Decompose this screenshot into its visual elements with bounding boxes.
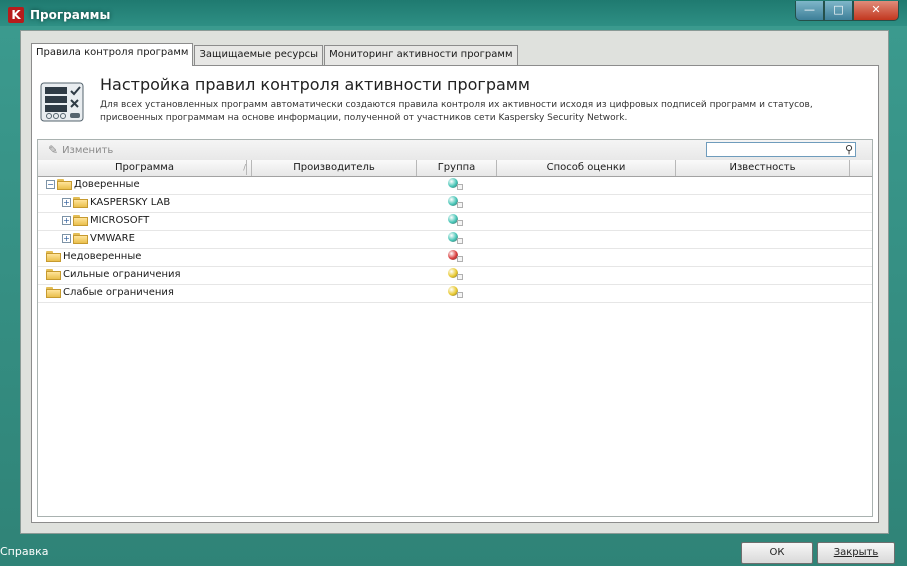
- minimize-button[interactable]: —: [795, 1, 824, 21]
- details-icon: [457, 238, 463, 244]
- rules-panel: Настройка правил контроля активности про…: [31, 65, 879, 523]
- folder-icon: [73, 215, 88, 226]
- table-row[interactable]: + KASPERSKY LAB: [38, 195, 872, 213]
- edit-button-label: Изменить: [62, 144, 114, 156]
- program-cell: + KASPERSKY LAB: [62, 197, 170, 208]
- group-status-icon: [448, 250, 466, 265]
- maximize-button[interactable]: □: [824, 1, 853, 21]
- group-label: VMWARE: [90, 233, 135, 244]
- title-bar[interactable]: K Программы — □ ✕: [0, 0, 907, 30]
- group-label: KASPERSKY LAB: [90, 197, 171, 208]
- table-header: Программа / Производитель Группа Способ о…: [38, 160, 872, 177]
- program-cell: − Доверенные: [46, 179, 140, 190]
- expand-icon[interactable]: +: [62, 216, 71, 225]
- program-cell: Сильные ограничения: [46, 269, 181, 280]
- folder-icon: [46, 269, 61, 280]
- folder-icon: [57, 179, 72, 190]
- dialog-footer: Справка ОК Закрыть: [0, 538, 907, 566]
- program-cell: + MICROSOFT: [62, 215, 149, 226]
- collapse-icon[interactable]: −: [46, 180, 55, 189]
- group-label: Недоверенные: [63, 251, 142, 262]
- expand-icon[interactable]: +: [62, 198, 71, 207]
- window-controls: — □ ✕: [795, 1, 899, 21]
- details-icon: [457, 274, 463, 280]
- page-title: Настройка правил контроля активности про…: [100, 75, 530, 94]
- group-status-icon: [448, 178, 466, 193]
- table-row[interactable]: Сильные ограничения: [38, 267, 872, 285]
- table-row[interactable]: Слабые ограничения: [38, 285, 872, 303]
- expand-icon[interactable]: +: [62, 234, 71, 243]
- table-row[interactable]: + VMWARE: [38, 231, 872, 249]
- program-rules-icon: [40, 82, 84, 122]
- page-description: Для всех установленных программ автомати…: [100, 100, 813, 123]
- group-label: Слабые ограничения: [63, 287, 174, 298]
- edit-button[interactable]: ✎ Изменить: [48, 143, 113, 157]
- group-status-icon: [448, 196, 466, 211]
- window-title: Программы: [30, 8, 111, 22]
- details-icon: [457, 202, 463, 208]
- tab-protected-resources[interactable]: Защищаемые ресурсы: [194, 45, 324, 65]
- ok-button[interactable]: ОК: [741, 542, 813, 564]
- tab-activity-monitoring[interactable]: Мониторинг активности программ: [324, 45, 518, 65]
- search-icon[interactable]: ⚲: [845, 143, 853, 156]
- folder-icon: [73, 197, 88, 208]
- tab-program-rules[interactable]: Правила контроля программ: [31, 43, 194, 66]
- column-vendor[interactable]: Производитель: [252, 160, 417, 176]
- details-icon: [457, 184, 463, 190]
- folder-icon: [46, 287, 61, 298]
- group-status-icon: [448, 268, 466, 283]
- group-status-icon: [448, 232, 466, 247]
- program-cell: Недоверенные: [46, 251, 141, 262]
- table-row[interactable]: Недоверенные: [38, 249, 872, 267]
- program-cell: + VMWARE: [62, 233, 135, 244]
- pencil-icon: ✎: [48, 143, 59, 157]
- column-program[interactable]: Программа /: [38, 160, 252, 176]
- group-label: Сильные ограничения: [63, 269, 181, 280]
- search-input[interactable]: ⚲: [706, 142, 856, 157]
- folder-icon: [73, 233, 88, 244]
- dialog-content: Правила контроля программ Защищаемые рес…: [20, 30, 889, 534]
- details-icon: [457, 220, 463, 226]
- group-label: Доверенные: [74, 179, 140, 190]
- column-rating-method[interactable]: Способ оценки: [497, 160, 676, 176]
- group-label: MICROSOFT: [90, 215, 150, 226]
- sort-icon: /: [243, 160, 247, 175]
- program-cell: Слабые ограничения: [46, 287, 174, 298]
- help-link[interactable]: Справка: [0, 545, 48, 558]
- details-icon: [457, 292, 463, 298]
- column-popularity[interactable]: Известность: [676, 160, 850, 176]
- table-row[interactable]: + MICROSOFT: [38, 213, 872, 231]
- table-toolbar: ✎ Изменить ⚲: [38, 140, 872, 160]
- folder-icon: [46, 251, 61, 262]
- table-row[interactable]: − Доверенные: [38, 177, 872, 195]
- group-status-icon: [448, 214, 466, 229]
- tab-bar: Правила контроля программ Защищаемые рес…: [31, 43, 519, 66]
- programs-table: ✎ Изменить ⚲ Программа / Производитель Гр…: [37, 139, 873, 517]
- programs-window: K Программы — □ ✕ Правила контроля прогр…: [0, 0, 907, 566]
- kaspersky-icon: K: [8, 7, 24, 23]
- column-group[interactable]: Группа: [417, 160, 497, 176]
- group-status-icon: [448, 286, 466, 301]
- close-button[interactable]: Закрыть: [817, 542, 895, 564]
- details-icon: [457, 256, 463, 262]
- close-window-button[interactable]: ✕: [853, 1, 899, 21]
